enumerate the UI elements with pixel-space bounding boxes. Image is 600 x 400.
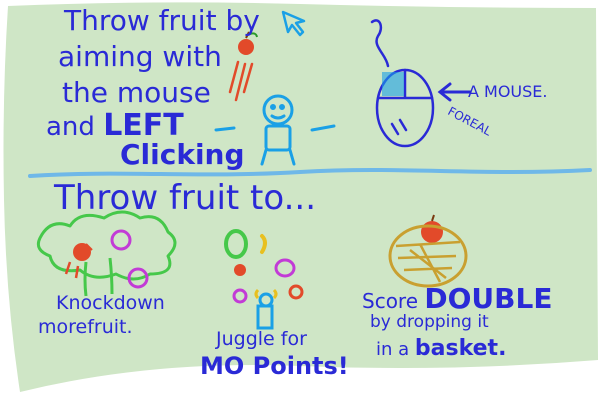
goal-knockdown-line-2: morefruit. [38, 316, 133, 338]
goal-basket-line-3-prefix: in a [376, 339, 410, 360]
goal-basket-line-1: Score DOUBLE [362, 282, 552, 315]
goal-basket-line-3-emph: basket. [414, 336, 507, 361]
goal-basket-line-1-prefix: Score [362, 289, 419, 313]
goal-basket-line-3: in a basket. [376, 336, 506, 361]
instruction-line-3: the mouse [62, 76, 211, 109]
how-to-play-screen: Throw fruit by aiming with the mouse and… [0, 0, 600, 400]
goal-knockdown-line-1: Knockdown [56, 292, 165, 314]
section-heading: Throw fruit to... [54, 178, 317, 218]
mouse-note-label: A MOUSE. [468, 82, 548, 101]
instruction-line-1: Throw fruit by [64, 4, 260, 37]
goal-basket-line-1-emph: DOUBLE [424, 282, 553, 315]
instruction-line-5: Clicking [120, 138, 245, 171]
goal-basket-line-2: by dropping it [370, 312, 489, 332]
instruction-line-4-prefix: and [46, 112, 95, 142]
instruction-line-2: aiming with [58, 40, 222, 73]
goal-juggle-line-2: MO Points! [200, 352, 349, 380]
goal-juggle-line-1: Juggle for [216, 328, 307, 350]
